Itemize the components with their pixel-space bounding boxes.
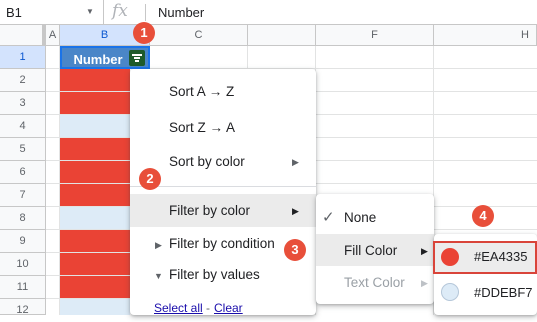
column-header-c[interactable]: C [150,25,248,46]
cell-b2[interactable] [60,69,130,91]
select-all-corner[interactable] [0,25,46,46]
color-swatch-red [441,248,459,266]
step-badge-4: 4 [472,205,494,227]
formula-input[interactable]: Number [158,5,204,20]
checkmark-icon: ✓ [322,209,335,226]
row-header-7[interactable]: 7 [0,184,46,207]
cell-b4[interactable] [60,115,130,137]
step-badge-2: 2 [139,168,161,190]
submenu-arrow-icon: ▶ [421,246,428,256]
menu-item-sort-a-z[interactable]: Sort A → Z [169,84,234,99]
row-header-2[interactable]: 2 [0,69,46,92]
column-header-f[interactable]: F [316,25,434,46]
cell-b12[interactable] [60,299,130,315]
color-swatch-light-blue [441,283,459,301]
link-separator: - [206,301,210,315]
row-header-8[interactable]: 8 [0,207,46,230]
step-badge-3: 3 [284,239,306,261]
menu-item-filter-by-values[interactable]: Filter by values [169,267,260,282]
row-header-9[interactable]: 9 [0,230,46,253]
row-header-11[interactable]: 11 [0,276,46,299]
cell-b5[interactable] [60,138,130,160]
row-header-5[interactable]: 5 [0,138,46,161]
column-header-d[interactable] [248,25,316,46]
cell-b7[interactable] [60,184,130,206]
color-option-light-blue-label[interactable]: #DDEBF7 [474,285,533,300]
submenu-arrow-icon: ▶ [292,157,299,167]
cell-b3[interactable] [60,92,130,114]
menu-item-sort-by-color[interactable]: Sort by color [169,154,245,169]
submenu-item-text-color: Text Color [344,275,405,290]
submenu-arrow-icon: ▶ [421,278,428,288]
header-cell-label: Number [73,52,123,67]
menu-item-filter-by-color[interactable]: Filter by color [169,203,250,218]
cell-b9[interactable] [60,230,130,252]
formula-bar: B1 ▼ fx Number [0,0,537,25]
column-header-h[interactable]: H [434,25,537,46]
name-box-value: B1 [6,5,22,20]
row-header-12[interactable]: 12 [0,299,46,316]
fx-icon: fx [112,1,128,21]
submenu-item-none[interactable]: None [344,210,376,225]
row-header-10[interactable]: 10 [0,253,46,276]
submenu-item-fill-color[interactable]: Fill Color [344,243,397,258]
step-badge-1: 1 [133,22,155,44]
row-header-3[interactable]: 3 [0,92,46,115]
menu-item-filter-by-condition[interactable]: Filter by condition [169,236,275,251]
submenu-arrow-icon: ▶ [292,206,299,216]
row-header-4[interactable]: 4 [0,115,46,138]
cell-b10[interactable] [60,253,130,275]
column-header-a[interactable]: A [46,25,60,46]
expand-arrow-icon[interactable]: ▶ [155,240,162,251]
cell-b8[interactable] [60,207,130,229]
cell-b11[interactable] [60,276,130,298]
name-box[interactable]: B1 ▼ [0,0,104,24]
select-all-link[interactable]: Select all [154,301,203,315]
row-header-1[interactable]: 1 [0,46,46,69]
color-option-red-label[interactable]: #EA4335 [474,249,528,264]
row-header-6[interactable]: 6 [0,161,46,184]
clear-link[interactable]: Clear [214,301,243,315]
menu-item-sort-z-a[interactable]: Sort Z → A [169,120,235,135]
divider [145,4,146,21]
filter-icon[interactable] [129,50,145,66]
caret-down-icon[interactable]: ▼ [86,7,94,16]
cell-b6[interactable] [60,161,130,183]
collapse-arrow-icon[interactable]: ▼ [154,271,163,281]
